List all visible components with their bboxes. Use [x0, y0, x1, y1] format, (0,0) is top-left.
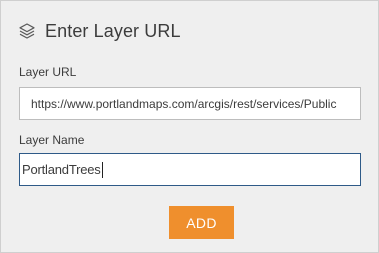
- layer-url-input[interactable]: https://www.portlandmaps.com/arcgis/rest…: [19, 87, 361, 120]
- layer-url-value: https://www.portlandmaps.com/arcgis/rest…: [31, 96, 337, 111]
- layers-icon: [18, 22, 36, 40]
- layer-url-label: Layer URL: [19, 65, 77, 79]
- panel-header: Enter Layer URL: [18, 18, 181, 44]
- text-caret: [101, 161, 103, 178]
- add-layer-panel: Enter Layer URL Layer URL https://www.po…: [0, 0, 379, 253]
- layer-name-value: PortlandTrees: [22, 162, 101, 177]
- layer-name-label: Layer Name: [19, 133, 85, 147]
- add-button[interactable]: ADD: [169, 206, 234, 239]
- page-title: Enter Layer URL: [45, 20, 181, 41]
- layer-name-input[interactable]: PortlandTrees: [19, 153, 361, 186]
